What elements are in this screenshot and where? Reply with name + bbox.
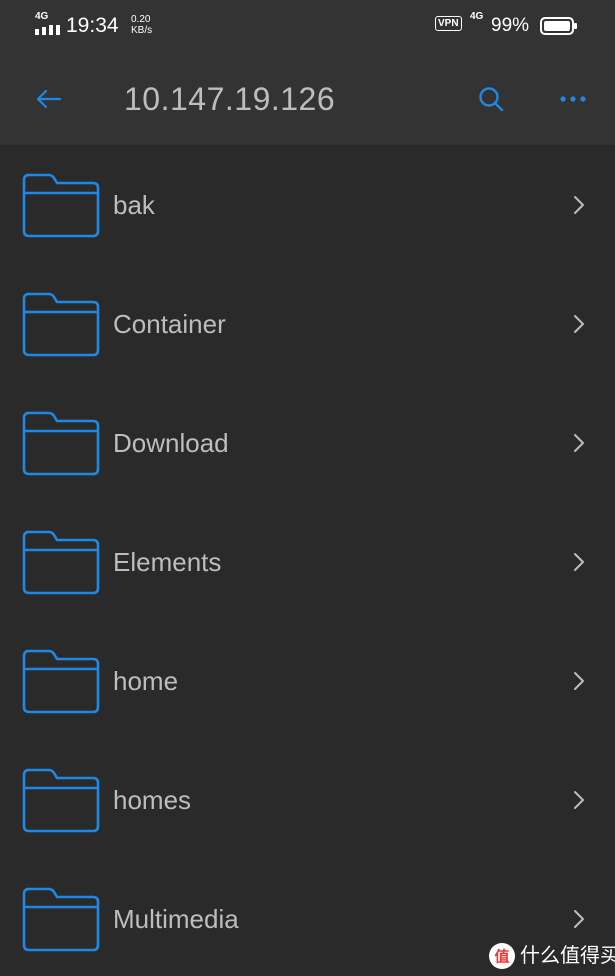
folder-icon — [22, 649, 100, 714]
folder-row-bak[interactable]: bak — [0, 145, 615, 264]
watermark-logo-icon: 值 — [489, 943, 515, 969]
back-button[interactable] — [30, 82, 66, 116]
more-options-button[interactable] — [556, 82, 592, 116]
folder-label: home — [113, 666, 179, 696]
battery-icon — [540, 17, 577, 35]
folder-row-elements[interactable]: Elements — [0, 502, 615, 621]
search-icon — [479, 87, 504, 112]
folder-label: Download — [113, 428, 229, 458]
folder-row-home[interactable]: home — [0, 621, 615, 740]
chevron-right-icon — [574, 434, 584, 452]
folder-label: bak — [113, 190, 155, 220]
network-speed-value: 0.20 — [131, 14, 151, 25]
page-title: 10.147.19.126 — [124, 81, 336, 117]
signal-strength-icon — [35, 25, 60, 35]
folder-label: Container — [113, 309, 226, 339]
svg-text:值: 值 — [494, 948, 509, 966]
folder-row-download[interactable]: Download — [0, 383, 615, 502]
chevron-right-icon — [574, 791, 584, 809]
watermark: 值 什么值得买 — [488, 940, 615, 976]
watermark-text: 什么值得买 — [520, 945, 615, 967]
network-type-label: 4G — [35, 11, 49, 22]
folder-icon — [22, 411, 100, 476]
chevron-right-icon — [574, 672, 584, 690]
folder-label: Elements — [113, 547, 222, 577]
status-time: 19:34 — [66, 14, 119, 37]
folder-icon — [22, 173, 100, 238]
folder-row-homes[interactable]: homes — [0, 740, 615, 859]
network-speed: 0.20 KB/s — [131, 14, 152, 36]
network-type-label-2: 4G — [470, 11, 484, 22]
folder-icon — [22, 292, 100, 357]
folder-icon — [22, 768, 100, 833]
chevron-right-icon — [574, 553, 584, 571]
folder-icon — [22, 887, 100, 952]
folder-icon — [22, 530, 100, 595]
arrow-left-icon — [36, 89, 62, 109]
chevron-right-icon — [574, 196, 584, 214]
chevron-right-icon — [574, 315, 584, 333]
search-button[interactable] — [474, 82, 508, 116]
file-browser-screen: 4G 19:34 0.20 KB/s VPN 4G 99% 10.147.19.… — [0, 0, 615, 976]
status-bar: 4G 19:34 0.20 KB/s VPN 4G 99% — [0, 0, 615, 52]
app-bar: 10.147.19.126 — [0, 52, 615, 145]
folder-row-container[interactable]: Container — [0, 264, 615, 383]
chevron-right-icon — [574, 910, 584, 928]
folder-label: homes — [113, 785, 192, 815]
folder-label: Multimedia — [113, 904, 239, 934]
network-speed-unit: KB/s — [131, 25, 153, 36]
battery-percent: 99% — [491, 15, 530, 36]
vpn-badge: VPN — [435, 16, 462, 31]
folder-list: bak Container Download Elements home hom… — [0, 145, 615, 976]
more-horizontal-icon — [560, 96, 586, 102]
